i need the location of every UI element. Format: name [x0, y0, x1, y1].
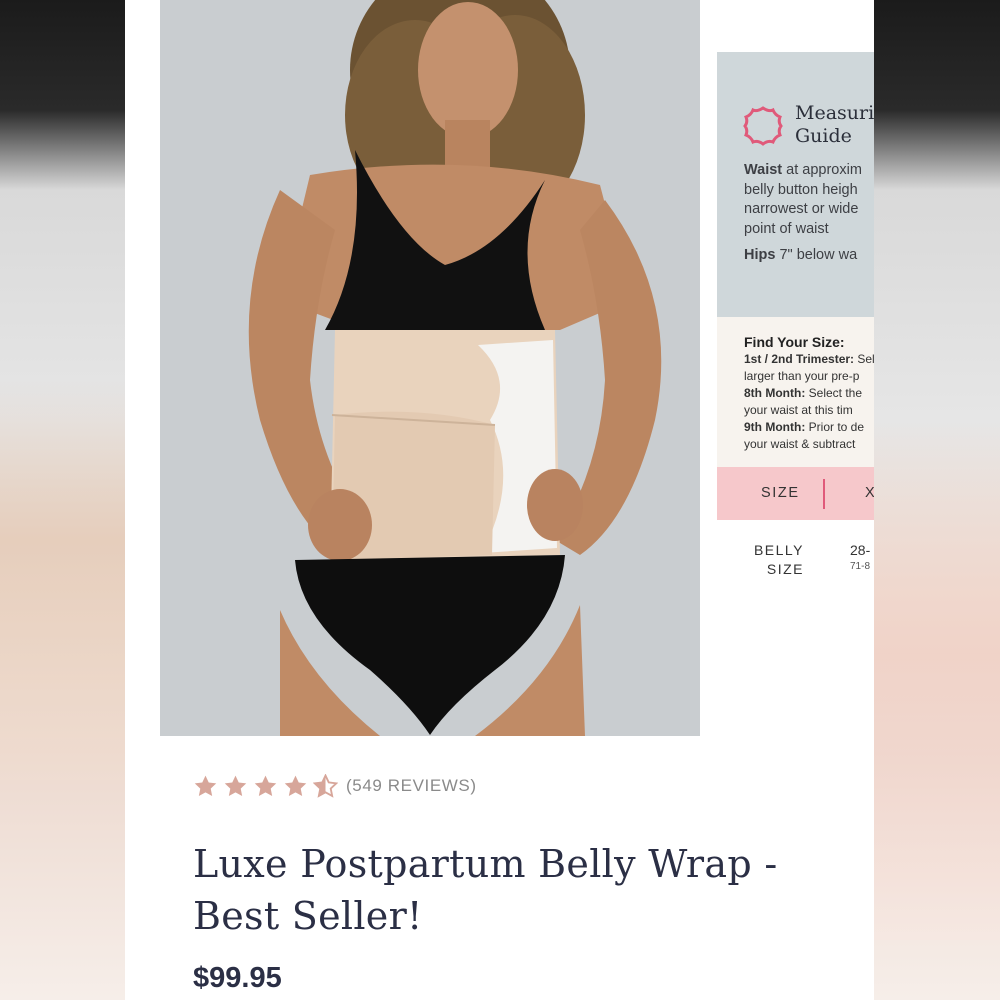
find-row-4: your waist at this tim [744, 403, 853, 417]
product-image[interactable] [160, 0, 700, 736]
star-full-icon [224, 775, 247, 796]
find-row-2: larger than your pre-p [744, 369, 860, 383]
model-wearing-belly-wrap-illustration [160, 0, 700, 736]
find-row-3-text: Select the [805, 386, 863, 400]
find-row-6: your waist & subtract [744, 437, 856, 451]
belly-label-line2: SIZE [766, 561, 804, 577]
find-row-3: 8th Month: Select the [744, 385, 862, 402]
background-tint-right [874, 420, 1000, 940]
find-row-5-label: 9th Month: [744, 420, 806, 434]
waist-line-1: at approxim [782, 162, 862, 178]
size-header-divider [823, 479, 825, 509]
size-column-header: SIZE [761, 485, 800, 501]
waist-instruction: Waist at approxim belly button heigh nar… [744, 161, 874, 239]
guide-title: Measurin Guide [795, 102, 874, 148]
find-row-1: 1st / 2nd Trimester: Sel [744, 351, 874, 368]
find-row-1-text: Sel [854, 352, 874, 366]
guide-title-line2: Guide [795, 125, 852, 147]
find-row-3-label: 8th Month: [744, 386, 806, 400]
star-full-icon [254, 775, 277, 796]
product-title: Luxe Postpartum Belly Wrap - Best Seller… [193, 842, 778, 938]
product-rating[interactable]: (549 REVIEWS) [193, 773, 477, 799]
find-row-5-text: Prior to de [805, 420, 865, 434]
star-full-icon [194, 775, 217, 796]
product-price: $99.95 [193, 962, 282, 994]
belly-size-label: BELLY SIZE [744, 541, 804, 579]
find-your-size-title: Find Your Size: [744, 334, 845, 350]
belly-size-value-cm: 71-8 [850, 561, 871, 572]
find-row-5: 9th Month: Prior to de [744, 419, 864, 436]
hips-label: Hips [744, 247, 776, 263]
reviews-count-link[interactable]: (549 REVIEWS) [346, 776, 477, 796]
guide-title-line1: Measurin [795, 102, 874, 124]
waist-line-4: point of waist [744, 220, 829, 237]
belly-size-value-inches: 28- [850, 542, 871, 558]
hips-instruction: Hips 7" below wa [744, 246, 874, 266]
size-column-x: X [865, 485, 874, 501]
flower-badge-icon [743, 106, 783, 146]
belly-label-line1: BELLY [753, 542, 804, 558]
waist-label: Waist [744, 162, 783, 178]
waist-line-2: belly button heigh [744, 181, 858, 198]
background-tint-left [0, 380, 125, 780]
hips-text: 7" below wa [775, 247, 858, 263]
find-row-1-label: 1st / 2nd Trimester: [744, 352, 855, 366]
star-half-icon [313, 773, 338, 798]
star-full-icon [284, 775, 307, 796]
product-page: Measurin Guide Waist at approxim belly b… [125, 0, 874, 1000]
waist-line-3: narrowest or wide [744, 201, 859, 217]
measuring-guide-card[interactable]: Measurin Guide Waist at approxim belly b… [717, 52, 874, 582]
